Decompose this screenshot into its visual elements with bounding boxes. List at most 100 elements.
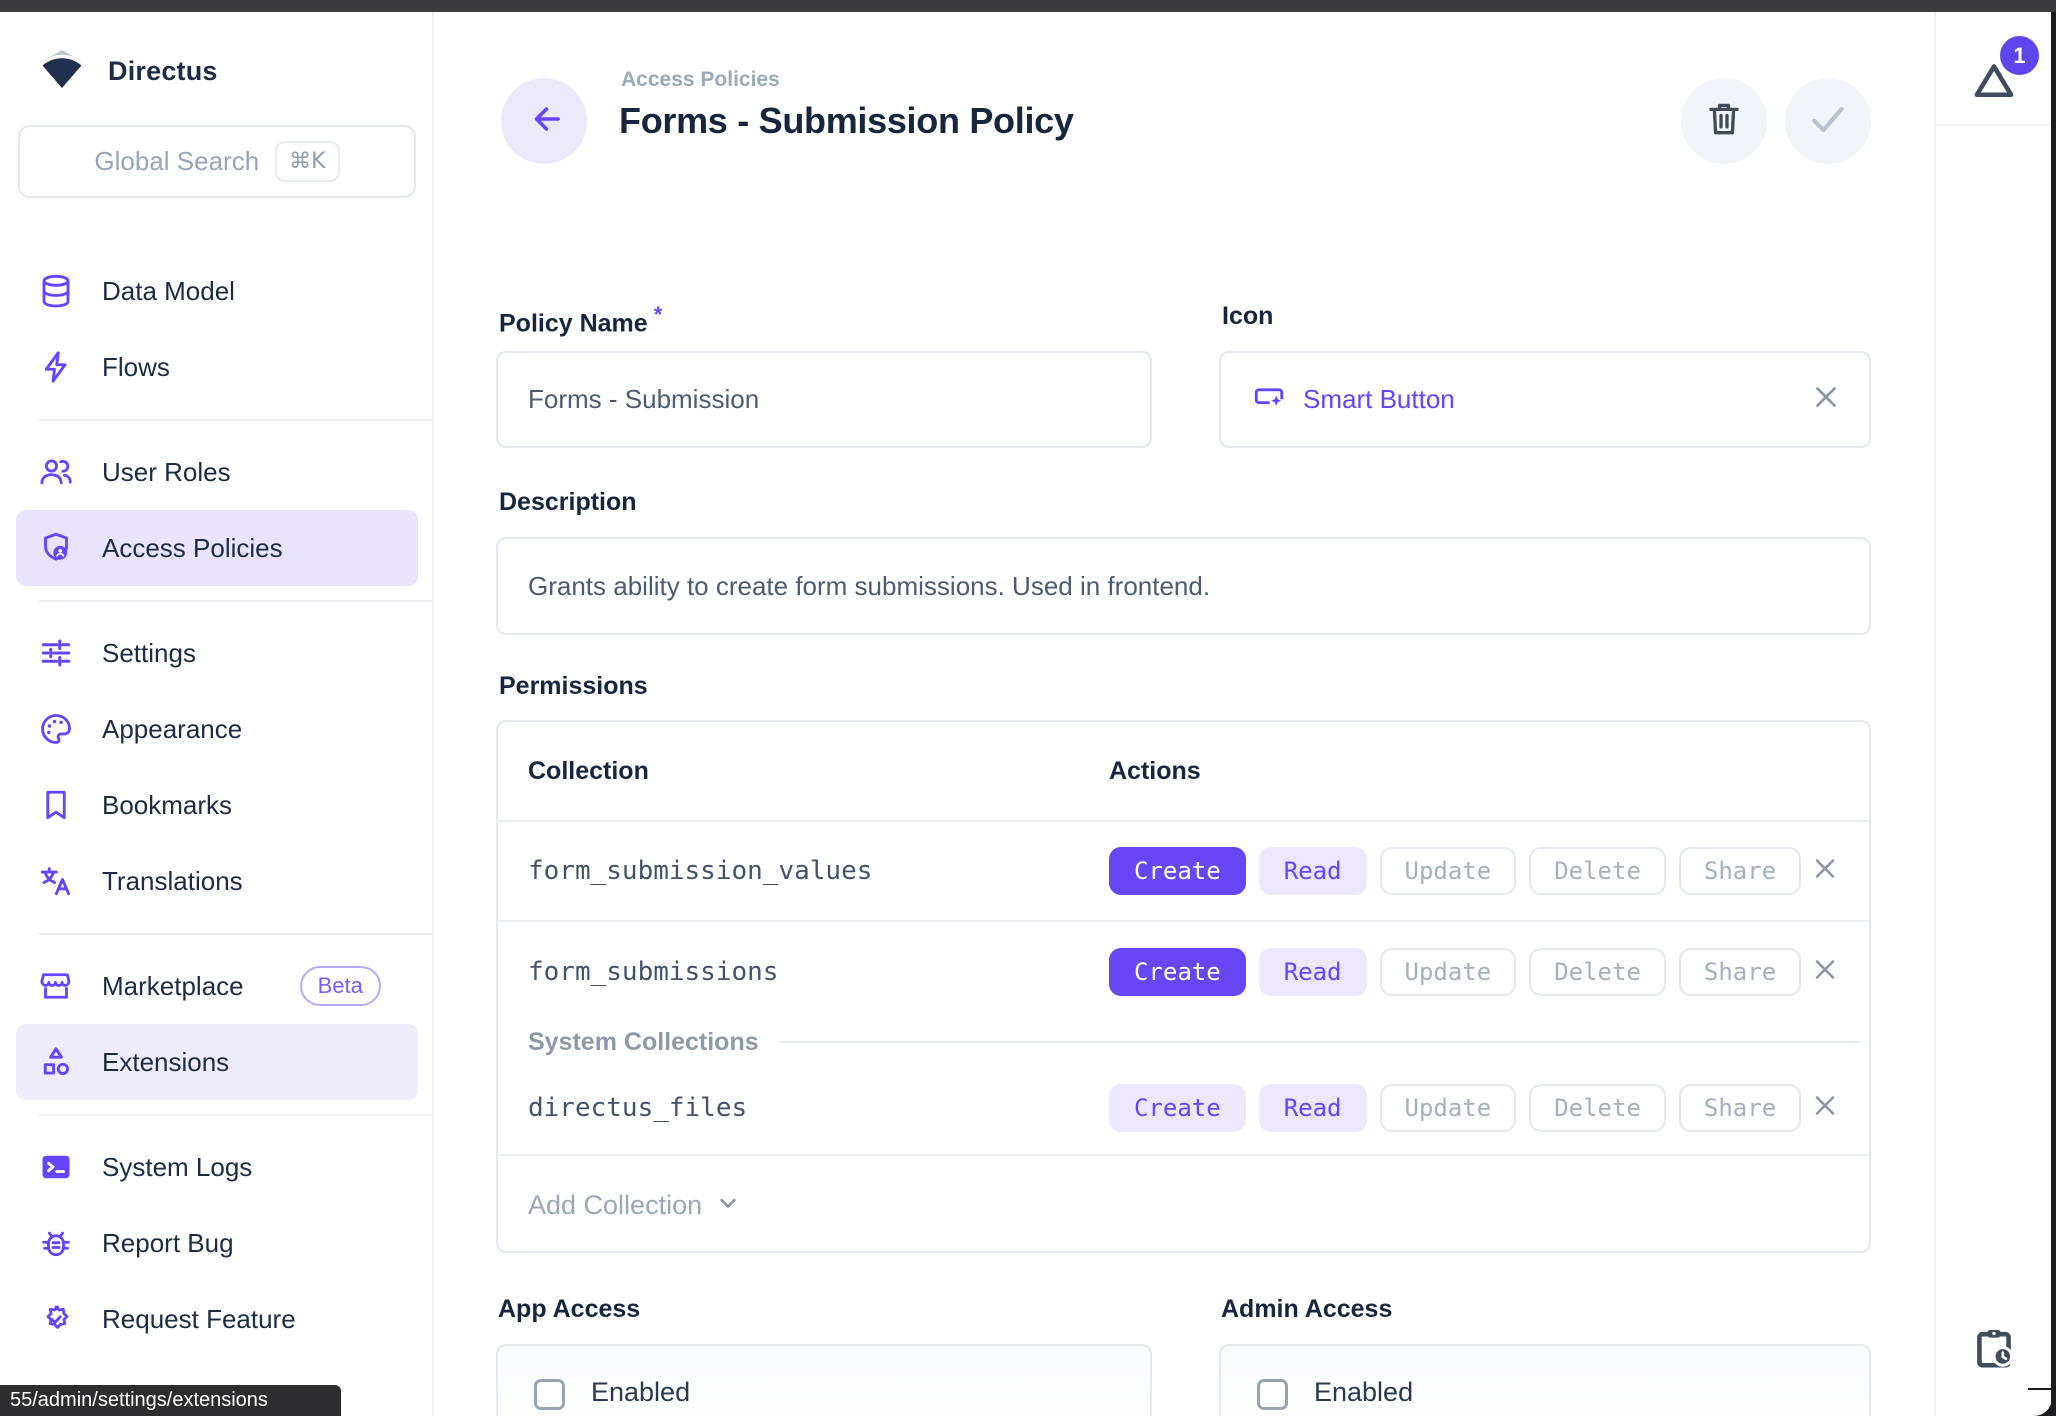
action-share[interactable]: Share (1679, 1084, 1801, 1132)
feature-badge-icon (38, 1301, 74, 1337)
save-button[interactable] (1785, 78, 1871, 164)
action-delete[interactable]: Delete (1529, 1084, 1666, 1132)
action-share[interactable]: Share (1679, 948, 1801, 996)
sidebar-item-label: System Logs (102, 1152, 252, 1183)
action-create[interactable]: Create (1109, 847, 1246, 895)
palette-icon (38, 711, 74, 747)
add-collection-label: Add Collection (528, 1190, 702, 1221)
sidebar-item-bookmarks[interactable]: Bookmarks (0, 767, 434, 843)
required-marker: * (654, 302, 663, 327)
remove-row-x-icon[interactable] (1809, 1090, 1841, 1127)
permissions-table: Collection Actions form_submission_value… (496, 720, 1871, 1253)
sidebar-item-translations[interactable]: Translations (0, 843, 434, 919)
icon-input[interactable]: Smart Button (1219, 351, 1871, 448)
action-update[interactable]: Update (1380, 1084, 1517, 1132)
sidebar-item-access-policies[interactable]: Access Policies (16, 510, 418, 586)
sidebar-item-label: Bookmarks (102, 790, 232, 821)
policy-name-input[interactable]: Forms - Submission (496, 351, 1152, 448)
smart-button-icon (1251, 379, 1287, 420)
table-row: form_submission_values Create Read Updat… (498, 822, 1869, 922)
sidebar-item-label: Translations (102, 866, 243, 897)
sidebar-item-label: Access Policies (102, 533, 283, 564)
sidebar-item-label: Extensions (102, 1047, 229, 1078)
left-sidebar: Directus Global Search ⌘K Data Model (0, 12, 434, 1416)
checkbox-label: Enabled (1314, 1377, 1413, 1408)
check-icon (1806, 97, 1850, 146)
collection-name: directus_files (528, 1093, 747, 1123)
database-icon (38, 273, 74, 309)
remove-row-x-icon[interactable] (1809, 853, 1841, 890)
bug-icon (38, 1225, 74, 1261)
action-delete[interactable]: Delete (1529, 948, 1666, 996)
sidebar-item-marketplace[interactable]: Marketplace Beta (0, 948, 434, 1024)
back-button[interactable] (501, 78, 587, 164)
sidebar-item-system-logs[interactable]: System Logs (0, 1129, 434, 1205)
window-titlebar (0, 0, 2056, 12)
action-chips: Create Read Update Delete Share (1109, 948, 1801, 996)
delete-button[interactable] (1681, 78, 1767, 164)
beta-badge: Beta (300, 966, 381, 1006)
right-sidebar: 1 (1934, 12, 2051, 1416)
action-share[interactable]: Share (1679, 847, 1801, 895)
action-update[interactable]: Update (1380, 948, 1517, 996)
bolt-icon (38, 349, 74, 385)
sidebar-item-appearance[interactable]: Appearance (0, 691, 434, 767)
main-content: Access Policies Forms - Submission Polic… (436, 12, 1934, 1416)
action-chips: Create Read Update Delete Share (1109, 847, 1801, 895)
remove-row-x-icon[interactable] (1809, 954, 1841, 991)
column-header-collection: Collection (528, 757, 649, 786)
breadcrumb[interactable]: Access Policies (621, 68, 780, 92)
sidebar-item-request-feature[interactable]: Request Feature (0, 1281, 434, 1357)
global-search-input[interactable]: Global Search ⌘K (18, 125, 416, 198)
brand-name: Directus (108, 56, 218, 87)
policy-name-label: Policy Name* (499, 302, 662, 338)
activity-button[interactable] (1936, 1325, 2051, 1376)
arrow-left-icon (524, 99, 564, 144)
table-row: form_submissions Create Read Update Dele… (498, 922, 1869, 1022)
brand: Directus (0, 12, 432, 95)
table-row: directus_files Create Read Update Delete… (498, 1062, 1869, 1156)
action-create[interactable]: Create (1109, 1084, 1246, 1132)
add-collection-button[interactable]: Add Collection (498, 1156, 1869, 1255)
action-read[interactable]: Read (1259, 847, 1367, 895)
terminal-icon (38, 1149, 74, 1185)
sidebar-item-extensions[interactable]: Extensions (16, 1024, 418, 1100)
sidebar-item-data-model[interactable]: Data Model (0, 253, 434, 329)
app-access-checkbox[interactable] (534, 1379, 565, 1410)
admin-access-checkbox[interactable] (1257, 1379, 1288, 1410)
sidebar-item-label: Report Bug (102, 1228, 234, 1259)
collection-name: form_submission_values (528, 856, 872, 886)
sidebar-item-label: Request Feature (102, 1304, 296, 1335)
clear-icon-x[interactable] (1809, 380, 1843, 419)
chevron-down-icon (714, 1189, 742, 1222)
search-shortcut-kbd: ⌘K (275, 141, 339, 182)
sidebar-item-flows[interactable]: Flows (0, 329, 434, 405)
clipboard-clock-icon (1971, 1325, 2017, 1376)
tune-icon (38, 635, 74, 671)
action-read[interactable]: Read (1259, 1084, 1367, 1132)
sidebar-item-label: Appearance (102, 714, 242, 745)
sidebar-divider (38, 933, 434, 935)
sidebar-divider (38, 1114, 434, 1116)
action-update[interactable]: Update (1380, 847, 1517, 895)
trash-icon (1703, 98, 1745, 145)
sidebar-item-report-bug[interactable]: Report Bug (0, 1205, 434, 1281)
description-input[interactable]: Grants ability to create form submission… (496, 537, 1871, 635)
notification-count-badge: 1 (2000, 36, 2039, 75)
sidebar-item-settings[interactable]: Settings (0, 615, 434, 691)
system-collections-divider: System Collections (498, 1022, 1869, 1062)
app-access-box: Enabled (496, 1344, 1152, 1416)
divider-line (779, 1041, 1861, 1043)
action-read[interactable]: Read (1259, 948, 1367, 996)
sidebar-item-user-roles[interactable]: User Roles (0, 434, 434, 510)
permissions-table-header: Collection Actions (498, 722, 1869, 822)
sidebar-divider (38, 600, 434, 602)
icon-value: Smart Button (1303, 384, 1455, 415)
action-delete[interactable]: Delete (1529, 847, 1666, 895)
translate-icon (38, 863, 74, 899)
admin-access-box: Enabled (1219, 1344, 1871, 1416)
users-icon (38, 454, 74, 490)
action-create[interactable]: Create (1109, 948, 1246, 996)
search-placeholder: Global Search (94, 146, 259, 177)
sidebar-item-label: Flows (102, 352, 170, 383)
